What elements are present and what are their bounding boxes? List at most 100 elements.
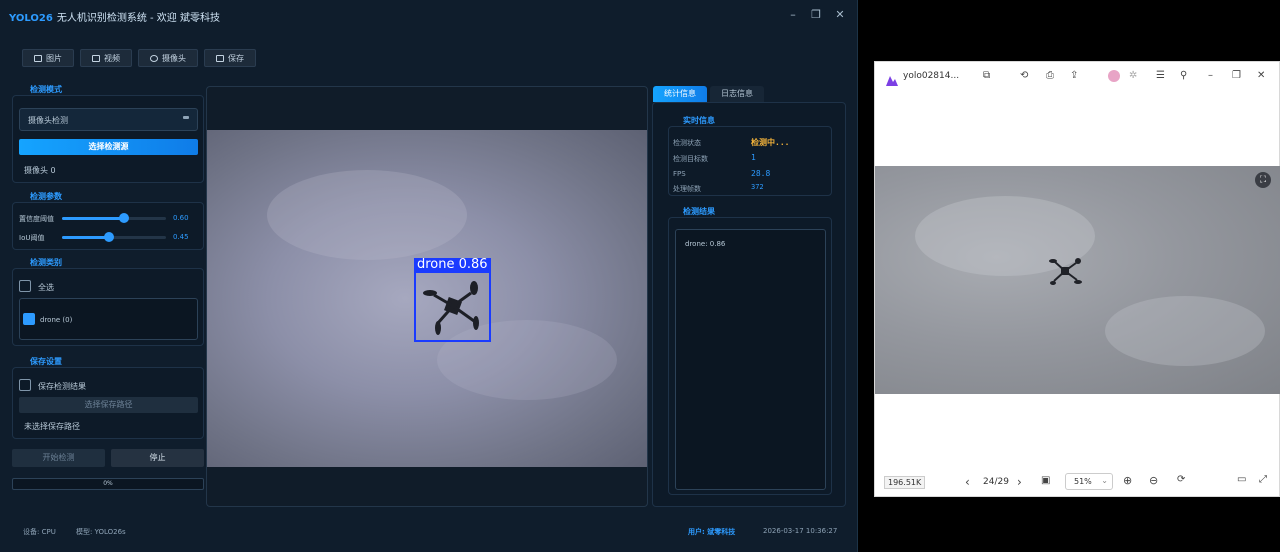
- iou-slider-fill: [62, 236, 109, 239]
- detection-app-window: YOLO26 无人机识别检测系统 - 欢迎 斌零科技 – ❐ ✕ 图片 视频 摄像…: [0, 0, 858, 552]
- video-button-label: 视频: [104, 53, 120, 63]
- status-value: 检测中...: [751, 138, 790, 147]
- target-count-value: 1: [751, 153, 756, 162]
- progress-bar: 0%: [12, 478, 204, 490]
- status-key: 检测状态: [673, 139, 701, 147]
- minimize-icon[interactable]: –: [1208, 70, 1213, 81]
- drone-icon: [1047, 254, 1083, 292]
- zoom-out-icon[interactable]: ⊖: [1149, 474, 1158, 487]
- viewer-file-title: yolo02814...: [903, 71, 960, 81]
- viewer-logo-icon: [886, 71, 898, 86]
- class-section-title: 检测类别: [30, 258, 62, 267]
- close-icon[interactable]: ✕: [833, 8, 847, 21]
- device-status: 设备: CPU: [23, 528, 56, 536]
- pin-icon[interactable]: ⚲: [1180, 70, 1187, 81]
- photo-display: ⛶: [875, 166, 1280, 394]
- detection-label: drone 0.86: [414, 258, 491, 272]
- confidence-slider[interactable]: [62, 217, 166, 220]
- previous-icon[interactable]: ‹: [965, 475, 970, 489]
- menu-icon[interactable]: ☰: [1156, 70, 1165, 81]
- iou-slider-handle[interactable]: [103, 232, 114, 242]
- iou-slider[interactable]: [62, 236, 166, 239]
- camera-button-label: 摄像头: [162, 53, 186, 63]
- image-icon: [34, 54, 42, 62]
- camera-icon: [150, 54, 158, 62]
- zoom-in-icon[interactable]: ⊕: [1123, 474, 1132, 487]
- result-item: drone: 0.86: [685, 240, 726, 248]
- maximize-icon[interactable]: ❐: [1232, 70, 1241, 81]
- next-icon[interactable]: ›: [1017, 475, 1022, 489]
- rotate-icon[interactable]: ⟲: [1020, 70, 1028, 81]
- frame-count-value: 372: [751, 183, 764, 191]
- fit-icon[interactable]: ▣: [1041, 475, 1050, 486]
- fullscreen-icon[interactable]: ⛶: [1255, 172, 1271, 188]
- cloud-shape: [267, 170, 467, 260]
- tab-statistics[interactable]: 统计信息: [653, 86, 707, 102]
- select-all-checkbox[interactable]: [19, 280, 31, 292]
- maximize-icon[interactable]: ❐: [809, 8, 823, 21]
- minimize-icon[interactable]: –: [786, 8, 800, 21]
- target-count-key: 检测目标数: [673, 155, 708, 163]
- app-brand: YOLO26: [9, 13, 53, 24]
- save-section-title: 保存设置: [30, 357, 62, 366]
- iou-label: IoU阈值: [19, 234, 45, 242]
- class-drone-checkbox[interactable]: [23, 313, 35, 325]
- rotate-icon[interactable]: ⟳: [1177, 474, 1185, 485]
- params-section-title: 检测参数: [30, 192, 62, 201]
- save-results-checkbox[interactable]: [19, 379, 31, 391]
- expand-icon[interactable]: ⤢: [1259, 474, 1267, 485]
- confidence-label: 置信度阈值: [19, 215, 54, 223]
- mode-section-title: 检测模式: [30, 85, 62, 94]
- user-status: 用户: 斌零科技: [688, 528, 736, 536]
- datetime-status: 2026-03-17 10:36:27: [763, 527, 838, 535]
- print-icon[interactable]: ⎙: [1046, 70, 1054, 81]
- model-status: 模型: YOLO26s: [76, 528, 126, 536]
- drone-icon: [423, 281, 479, 335]
- save-icon: [216, 54, 224, 62]
- choose-path-button[interactable]: 选择保存路径: [19, 397, 198, 413]
- results-list: drone: 0.86: [675, 229, 826, 490]
- window-icon[interactable]: ▭: [1237, 474, 1246, 485]
- select-all-label: 全选: [38, 283, 54, 292]
- page-indicator: 24/29: [983, 477, 1009, 487]
- tab-logs[interactable]: 日志信息: [710, 86, 764, 102]
- zoom-select[interactable]: 51% ⌄: [1065, 473, 1113, 490]
- share-icon[interactable]: ⇪: [1070, 70, 1078, 81]
- video-viewer: drone 0.86: [206, 86, 648, 507]
- iou-value: 0.45: [173, 233, 189, 241]
- cloud-shape: [1105, 296, 1265, 366]
- select-source-button[interactable]: 选择检测源: [19, 139, 198, 155]
- fps-key: FPS: [673, 170, 686, 178]
- close-icon[interactable]: ✕: [1257, 70, 1265, 81]
- fps-value: 28.8: [751, 169, 771, 178]
- video-button[interactable]: 视频: [80, 49, 132, 67]
- file-size-badge: 196.51K: [884, 476, 926, 489]
- stop-button[interactable]: 停止: [111, 449, 204, 467]
- chevron-down-icon: ⌄: [1101, 476, 1108, 485]
- chevron-down-icon: [183, 116, 189, 119]
- window-title: YOLO26 无人机识别检测系统 - 欢迎 斌零科技: [9, 9, 220, 24]
- frame-count-key: 处理帧数: [673, 185, 701, 193]
- avatar[interactable]: [1108, 70, 1120, 82]
- video-icon: [92, 54, 100, 62]
- detection-box: [414, 271, 491, 342]
- start-detection-button[interactable]: 开始检测: [12, 449, 105, 467]
- image-button[interactable]: 图片: [22, 49, 74, 67]
- save-button[interactable]: 保存: [204, 49, 256, 67]
- image-viewer-window: yolo02814... ⧉ ⟲ ⎙ ⇪ ✲ ☰ ⚲ – ❐ ✕ ⛶ 196.5…: [874, 61, 1280, 497]
- realtime-title: 实时信息: [683, 116, 715, 125]
- image-button-label: 图片: [46, 53, 62, 63]
- save-results-label: 保存检测结果: [38, 382, 86, 391]
- zoom-value: 51%: [1074, 477, 1092, 486]
- confidence-slider-fill: [62, 217, 125, 220]
- results-title: 检测结果: [683, 207, 715, 216]
- source-label: 摄像头 0: [24, 166, 56, 175]
- camera-button[interactable]: 摄像头: [138, 49, 198, 67]
- class-drone-label: drone (0): [40, 316, 73, 324]
- app-title: 无人机识别检测系统 - 欢迎 斌零科技: [56, 13, 220, 24]
- mode-select[interactable]: 摄像头检测: [19, 108, 198, 131]
- confidence-value: 0.60: [173, 214, 189, 222]
- settings-icon[interactable]: ✲: [1129, 70, 1137, 81]
- camera-frame: drone 0.86: [207, 130, 647, 467]
- edit-icon[interactable]: ⧉: [983, 70, 990, 81]
